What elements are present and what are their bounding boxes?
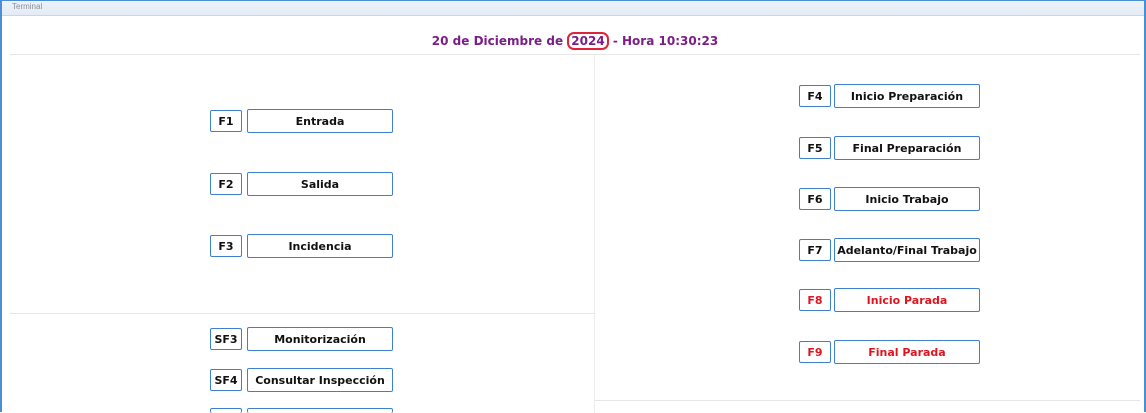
time-text: - Hora 10:30:23 xyxy=(612,34,719,48)
right-panel-divider xyxy=(595,400,1140,401)
date-header: 20 de Diciembre de 2024 - Hora 10:30:23 xyxy=(10,16,1140,55)
year-highlight: 2024 xyxy=(567,32,609,50)
f7-key-button[interactable]: F7 xyxy=(799,239,831,261)
entrada-button[interactable]: Entrada xyxy=(247,109,393,133)
sf4-key-button[interactable]: SF4 xyxy=(210,369,242,391)
f8-key-button[interactable]: F8 xyxy=(799,289,831,311)
date-prefix: 20 de Diciembre de xyxy=(431,34,564,48)
incidencia-button[interactable]: Incidencia xyxy=(247,234,393,258)
inicio-parada-button[interactable]: Inicio Parada xyxy=(834,288,980,312)
f4-key-button[interactable]: F4 xyxy=(799,85,831,107)
inicio-preparacion-button[interactable]: Inicio Preparación xyxy=(834,84,980,108)
f3-key-button[interactable]: F3 xyxy=(210,235,242,257)
monitorizacion-button[interactable]: Monitorización xyxy=(247,327,393,351)
partial-key-button[interactable] xyxy=(210,408,242,413)
window-title: Terminal xyxy=(12,2,43,11)
date-time-text: 20 de Diciembre de 2024 - Hora 10:30:23 xyxy=(10,32,1140,50)
f5-key-button[interactable]: F5 xyxy=(799,137,831,159)
salida-button[interactable]: Salida xyxy=(247,172,393,196)
adelanto-final-trabajo-button[interactable]: Adelanto/Final Trabajo xyxy=(834,238,980,262)
panel-divider-vertical xyxy=(594,55,595,413)
title-bar[interactable]: Terminal xyxy=(2,1,1144,16)
partial-label-button[interactable] xyxy=(247,408,393,413)
app-window: Terminal 20 de Diciembre de 2024 - Hora … xyxy=(0,0,1146,413)
f1-key-button[interactable]: F1 xyxy=(210,110,242,132)
final-parada-button[interactable]: Final Parada xyxy=(834,340,980,364)
f2-key-button[interactable]: F2 xyxy=(210,173,242,195)
sf3-key-button[interactable]: SF3 xyxy=(210,328,242,350)
f9-key-button[interactable]: F9 xyxy=(799,341,831,363)
inicio-trabajo-button[interactable]: Inicio Trabajo xyxy=(834,187,980,211)
left-panel-divider xyxy=(10,313,594,314)
final-preparacion-button[interactable]: Final Preparación xyxy=(834,136,980,160)
consultar-inspeccion-button[interactable]: Consultar Inspección xyxy=(247,368,393,392)
f6-key-button[interactable]: F6 xyxy=(799,188,831,210)
